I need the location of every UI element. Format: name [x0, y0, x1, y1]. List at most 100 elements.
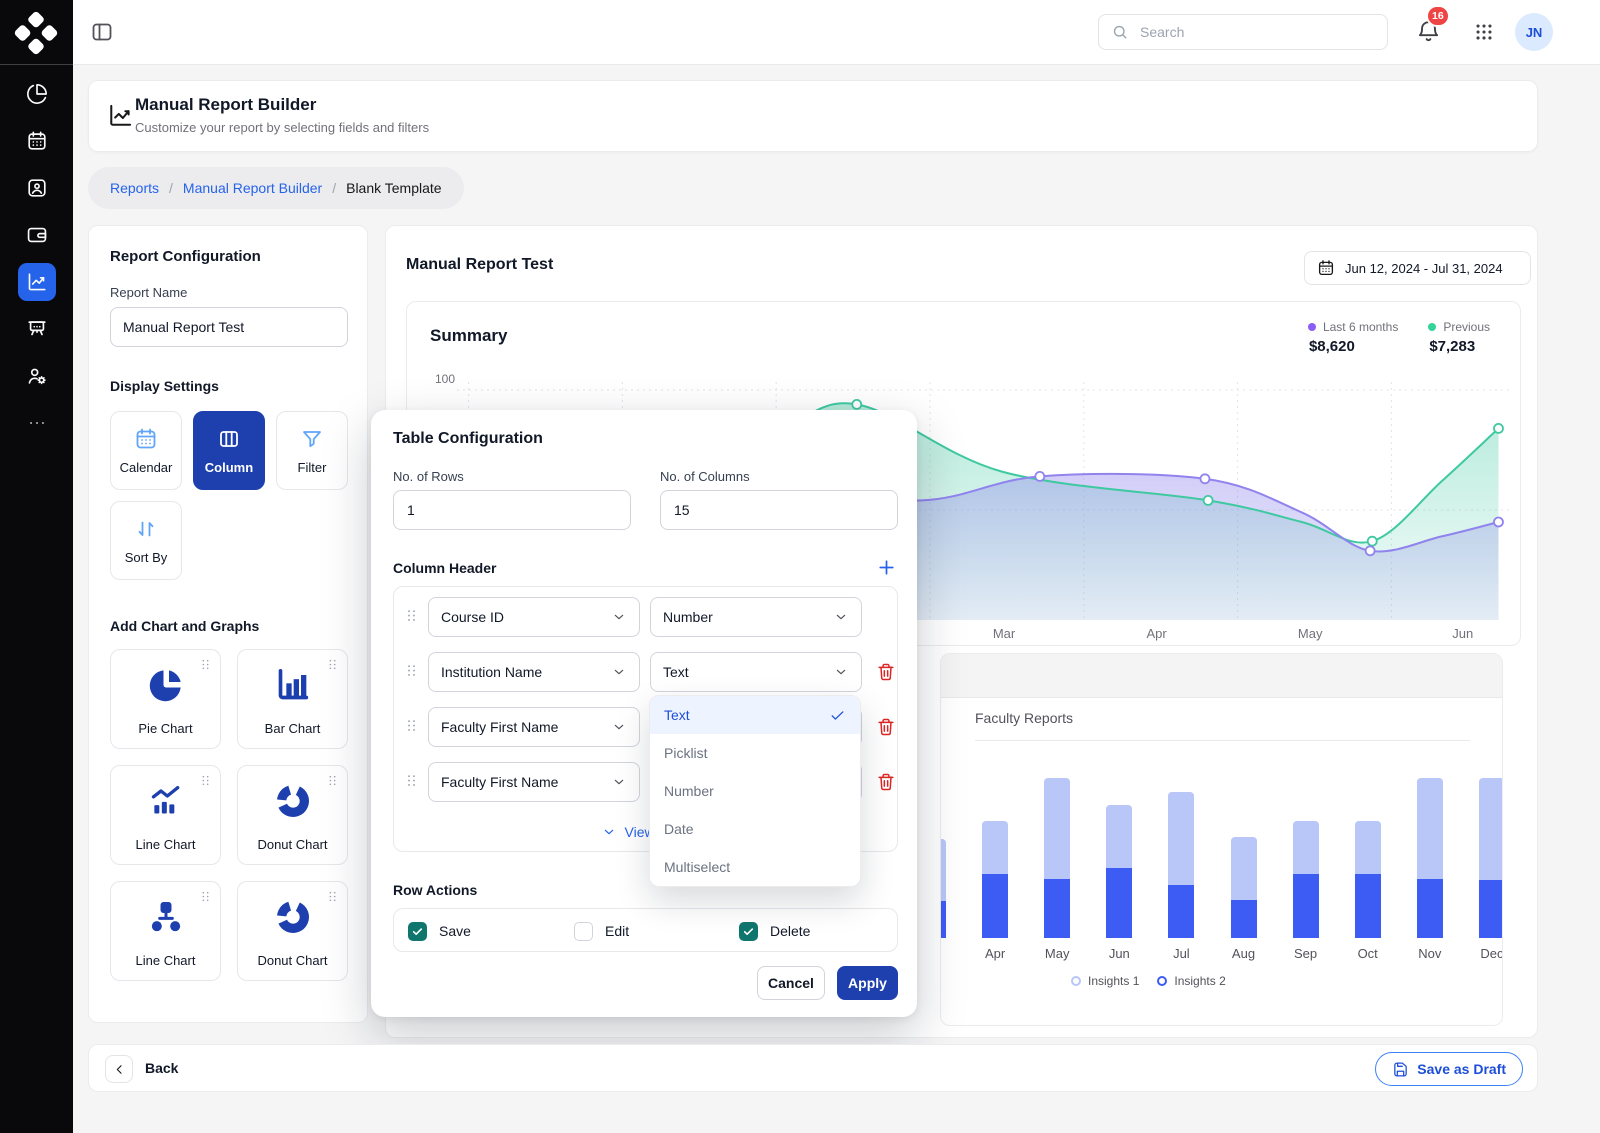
x-axis-label: Jun — [1097, 946, 1141, 961]
chart-tile-line-2[interactable]: Line Chart — [110, 765, 221, 865]
faculty-legend-item[interactable]: Insights 2 — [1157, 974, 1225, 988]
columns-input[interactable] — [660, 490, 898, 530]
drag-handle-icon[interactable] — [199, 890, 212, 907]
display-settings-tiles: CalendarColumnFilter Sort By — [110, 411, 352, 580]
faculty-bar-sep[interactable] — [1293, 821, 1319, 938]
trash-icon[interactable] — [876, 717, 896, 737]
drag-handle-icon[interactable] — [326, 774, 339, 791]
display-tile-filter[interactable]: Filter — [276, 411, 348, 490]
legend-name: Insights 2 — [1174, 974, 1225, 988]
date-range-picker[interactable]: Jun 12, 2024 - Jul 31, 2024 — [1304, 251, 1531, 285]
add-charts-label: Add Chart and Graphs — [110, 618, 259, 634]
sidebar-toggle-icon[interactable] — [90, 20, 114, 44]
avatar[interactable]: JN — [1515, 13, 1553, 51]
trash-icon[interactable] — [876, 772, 896, 792]
chart-tile-donut-3[interactable]: Donut Chart — [237, 765, 348, 865]
drag-handle-icon[interactable] — [326, 890, 339, 907]
sidebar-item-more[interactable] — [0, 399, 73, 446]
row-actions-group: SaveEditDelete — [393, 908, 898, 952]
field-select-value: Institution Name — [441, 664, 542, 680]
dropdown-option-date[interactable]: Date — [650, 810, 860, 848]
faculty-bar-aug[interactable] — [1231, 837, 1257, 938]
cancel-button[interactable]: Cancel — [757, 966, 825, 1000]
x-axis-label: May — [1288, 626, 1332, 641]
sidebar-item-wallet[interactable] — [0, 211, 73, 258]
sidebar-item-user-settings[interactable] — [0, 352, 73, 399]
bar-segment-insights-2 — [1106, 868, 1132, 938]
drag-handle-icon[interactable] — [404, 663, 419, 682]
display-tile-label: Sort By — [125, 550, 168, 565]
x-axis-label: Jun — [1441, 626, 1485, 641]
drag-handle-icon[interactable] — [199, 658, 212, 675]
delete-checkbox[interactable] — [739, 922, 758, 941]
type-select[interactable]: Number — [650, 597, 862, 637]
chart-tile-bar-1[interactable]: Bar Chart — [237, 649, 348, 749]
sidebar-item-calendar[interactable] — [0, 117, 73, 164]
faculty-bar-jul[interactable] — [1168, 792, 1194, 938]
display-tile-column[interactable]: Column — [193, 411, 265, 490]
sidebar-item-line-chart[interactable] — [0, 258, 73, 305]
type-select[interactable]: Text — [650, 652, 862, 692]
bar-segment-insights-2 — [1044, 879, 1070, 938]
dropdown-option-text[interactable]: Text — [650, 696, 860, 734]
breadcrumb-link[interactable]: Manual Report Builder — [183, 180, 322, 196]
checkbox-label: Edit — [605, 923, 629, 939]
legend-ring — [1157, 976, 1167, 986]
chart-tile-node-4[interactable]: Line Chart — [110, 881, 221, 981]
trash-icon[interactable] — [876, 662, 896, 682]
sidebar-divider — [0, 64, 73, 65]
apps-grid-icon[interactable] — [1473, 21, 1495, 43]
breadcrumb-link[interactable]: Reports — [110, 180, 159, 196]
search-box[interactable] — [1098, 14, 1388, 50]
sidebar-item-contact[interactable] — [0, 164, 73, 211]
bar-segment-insights-1 — [1417, 778, 1443, 879]
field-select[interactable]: Course ID — [428, 597, 640, 637]
sidebar-item-pie-chart[interactable] — [0, 70, 73, 117]
app-logo-icon[interactable] — [14, 11, 58, 55]
faculty-legend-item[interactable]: Insights 1 — [1071, 974, 1139, 988]
legend-dot — [1428, 323, 1436, 331]
dropdown-option-multiselect[interactable]: Multiselect — [650, 848, 860, 886]
faculty-bar-dec[interactable] — [1479, 778, 1503, 938]
drag-handle-icon[interactable] — [404, 773, 419, 792]
back-label: Back — [145, 1060, 178, 1076]
save-as-draft-button[interactable]: Save as Draft — [1375, 1052, 1523, 1086]
field-select[interactable]: Faculty First Name — [428, 762, 640, 802]
back-button[interactable] — [105, 1055, 133, 1083]
field-select[interactable]: Faculty First Name — [428, 707, 640, 747]
dropdown-option-number[interactable]: Number — [650, 772, 860, 810]
drag-handle-icon[interactable] — [404, 718, 419, 737]
chart-tile-pie-0[interactable]: Pie Chart — [110, 649, 221, 749]
display-tile-calendar[interactable]: Calendar — [110, 411, 182, 490]
sidebar-item-presentation[interactable] — [0, 305, 73, 352]
faculty-bar-jun[interactable] — [1106, 805, 1132, 938]
faculty-bar-apr[interactable] — [982, 821, 1008, 938]
add-column-icon[interactable] — [875, 556, 898, 579]
rows-input[interactable] — [393, 490, 631, 530]
drag-handle-icon[interactable] — [199, 774, 212, 791]
chart-tile-donut-5[interactable]: Donut Chart — [237, 881, 348, 981]
x-axis-label: Sep — [1284, 946, 1328, 961]
column-header-label: Column Header — [393, 560, 496, 576]
faculty-bar-oct[interactable] — [1355, 821, 1381, 938]
faculty-bar-may[interactable] — [1044, 778, 1070, 938]
report-name-input[interactable] — [110, 307, 348, 347]
search-input[interactable] — [1138, 23, 1375, 41]
report-title: Manual Report Test — [406, 256, 553, 274]
faculty-x-axis: AprMayJunJulAugSepOctNovDec — [941, 946, 1503, 962]
report-configuration-panel: Report Configuration Report Name Display… — [88, 225, 368, 1023]
edit-checkbox[interactable] — [574, 922, 593, 941]
field-select[interactable]: Institution Name — [428, 652, 640, 692]
page-title: Manual Report Builder — [135, 95, 316, 115]
display-tile-sort-by[interactable]: Sort By — [110, 501, 182, 580]
chart-tile-label: Donut Chart — [238, 837, 347, 852]
faculty-reports-title: Faculty Reports — [975, 710, 1073, 726]
apply-button[interactable]: Apply — [837, 966, 898, 1000]
drag-handle-icon[interactable] — [404, 608, 419, 627]
faculty-bar-nov[interactable] — [1417, 778, 1443, 938]
dropdown-option-picklist[interactable]: Picklist — [650, 734, 860, 772]
faculty-bar-mar[interactable] — [940, 839, 946, 938]
save-checkbox[interactable] — [408, 922, 427, 941]
drag-handle-icon[interactable] — [326, 658, 339, 675]
wallet-icon — [18, 216, 56, 254]
